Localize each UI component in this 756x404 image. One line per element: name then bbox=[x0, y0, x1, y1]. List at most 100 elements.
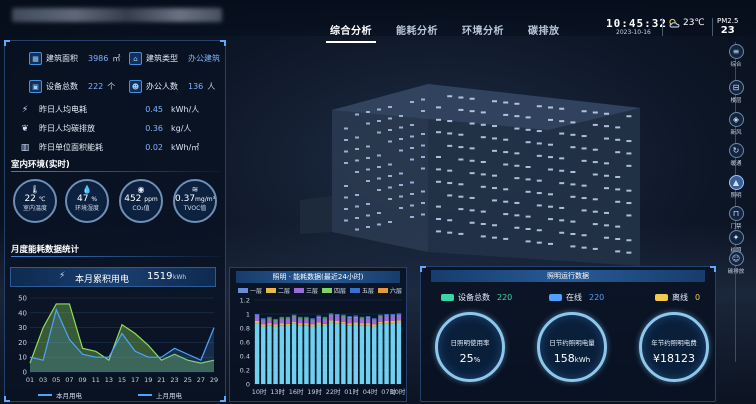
area-unit: ㎡ bbox=[112, 54, 121, 63]
tool-lighting[interactable]: ▲ 照明 bbox=[719, 175, 753, 199]
tool-floor[interactable]: ⊟ 楼层 bbox=[719, 80, 753, 104]
window-light bbox=[377, 212, 381, 214]
bar-segment bbox=[372, 319, 377, 321]
bar-segment bbox=[273, 320, 278, 321]
lighting-status-panel: 照明运行数据 设备总数 220 在线 220 离线 0 日照明使用率 25% 日… bbox=[420, 266, 716, 402]
window-light bbox=[399, 195, 403, 198]
window-light bbox=[436, 106, 441, 109]
door-icon: ⊓ bbox=[728, 206, 744, 221]
window-light bbox=[570, 245, 576, 248]
window-light bbox=[604, 187, 609, 190]
divider bbox=[662, 18, 663, 36]
legend-swatch bbox=[266, 288, 276, 293]
tool-label: 碳排放 bbox=[727, 269, 745, 275]
window-light bbox=[592, 148, 598, 151]
people-icon: ☻ bbox=[129, 80, 142, 93]
window-light bbox=[388, 117, 392, 120]
indoor-env-title: 室内环境(实时) bbox=[11, 160, 70, 170]
window-light bbox=[480, 111, 486, 114]
bar-segment bbox=[310, 320, 315, 325]
ring-value: 158 bbox=[553, 352, 575, 365]
window-light bbox=[525, 228, 531, 230]
bar-segment bbox=[254, 314, 260, 316]
window-light bbox=[548, 168, 553, 171]
window-light bbox=[436, 180, 441, 183]
y-tick-label: 0.2 bbox=[240, 367, 250, 375]
bar-segment bbox=[304, 318, 309, 319]
bar-segment bbox=[254, 316, 260, 321]
legend-swatch bbox=[378, 288, 388, 293]
stat-unit: kWh/㎡ bbox=[171, 143, 200, 152]
window-light bbox=[536, 105, 542, 108]
window-light bbox=[604, 112, 609, 115]
window-light bbox=[458, 108, 464, 111]
window-light bbox=[410, 181, 414, 184]
bar-segment bbox=[291, 323, 297, 384]
weather: 23℃ bbox=[668, 18, 705, 28]
cycle-icon: ↻ bbox=[728, 143, 744, 158]
x-tick-label: 03 bbox=[39, 376, 47, 384]
window-light bbox=[480, 185, 486, 188]
device-total-label: 设备总数 bbox=[458, 293, 490, 302]
tvoc-icon: ≋ bbox=[191, 185, 199, 194]
power-icon: ⚡ bbox=[21, 104, 29, 115]
bar-segment bbox=[261, 319, 266, 321]
window-light bbox=[604, 174, 609, 177]
partly-cloudy-icon bbox=[669, 18, 680, 28]
area-icon: ▦ bbox=[29, 52, 42, 65]
legend-swatch bbox=[38, 394, 52, 396]
gauge-humidity: 💧 47 % 环境湿度 bbox=[65, 179, 109, 223]
bar-segment bbox=[310, 326, 315, 384]
tool-fresh-air[interactable]: ◈ 新风 bbox=[719, 112, 753, 136]
tab-carbon[interactable]: 碳排放 bbox=[524, 22, 564, 43]
bar-segment bbox=[328, 320, 334, 323]
legend-label: 本月用电 bbox=[56, 392, 82, 400]
tab-overview[interactable]: 综合分析 bbox=[326, 22, 376, 43]
bar-segment bbox=[378, 314, 383, 317]
layers-icon: ≡ bbox=[728, 44, 744, 59]
x-tick-label: 23 bbox=[170, 376, 178, 384]
stat-offline: 离线 0 bbox=[655, 292, 700, 303]
window-light bbox=[514, 102, 520, 105]
window-light bbox=[548, 218, 553, 221]
ring-value: ¥18123 bbox=[653, 352, 695, 365]
window-light bbox=[366, 214, 370, 217]
window-light bbox=[436, 156, 441, 158]
y-tick-label: 0.8 bbox=[240, 325, 250, 333]
tool-access[interactable]: ⊓ 门禁 bbox=[719, 206, 753, 230]
bar-segment bbox=[372, 320, 377, 325]
tool-label: 综合 bbox=[730, 62, 742, 68]
blurred-system-title bbox=[12, 8, 222, 22]
tool-overview[interactable]: ≡ 综合 bbox=[719, 44, 753, 68]
bar-segment bbox=[365, 325, 371, 384]
window-light bbox=[388, 198, 392, 200]
co2-icon: ◉ bbox=[137, 185, 145, 194]
tool-carbon[interactable]: ☺ 碳排放 bbox=[719, 251, 753, 275]
tab-environment[interactable]: 环境分析 bbox=[458, 22, 508, 43]
bar-segment bbox=[390, 321, 395, 324]
window-light bbox=[525, 178, 531, 181]
window-light bbox=[615, 225, 621, 228]
monthly-total-value: 1519 bbox=[147, 271, 173, 282]
online-value: 220 bbox=[589, 293, 605, 302]
bar-segment bbox=[298, 318, 303, 324]
bar-segment bbox=[359, 318, 365, 324]
window-light bbox=[604, 125, 609, 128]
tab-energy[interactable]: 能耗分析 bbox=[392, 22, 442, 43]
window-light bbox=[492, 187, 497, 190]
window-light bbox=[344, 219, 348, 222]
gauge-unit: ℃ bbox=[38, 196, 46, 203]
staff-label: 办公人数 bbox=[146, 82, 178, 91]
window-light bbox=[366, 122, 370, 125]
tool-hvac[interactable]: ↻ 暖通 bbox=[719, 143, 753, 167]
window-light bbox=[570, 195, 576, 198]
y-tick-label: 50 bbox=[18, 295, 27, 303]
bar-segment bbox=[298, 318, 303, 319]
window-light bbox=[570, 233, 576, 235]
window-light bbox=[344, 127, 348, 130]
window-light bbox=[592, 173, 598, 176]
window-light bbox=[399, 115, 403, 117]
window-light bbox=[366, 203, 370, 205]
window-light bbox=[421, 98, 425, 101]
window-light bbox=[581, 184, 587, 187]
